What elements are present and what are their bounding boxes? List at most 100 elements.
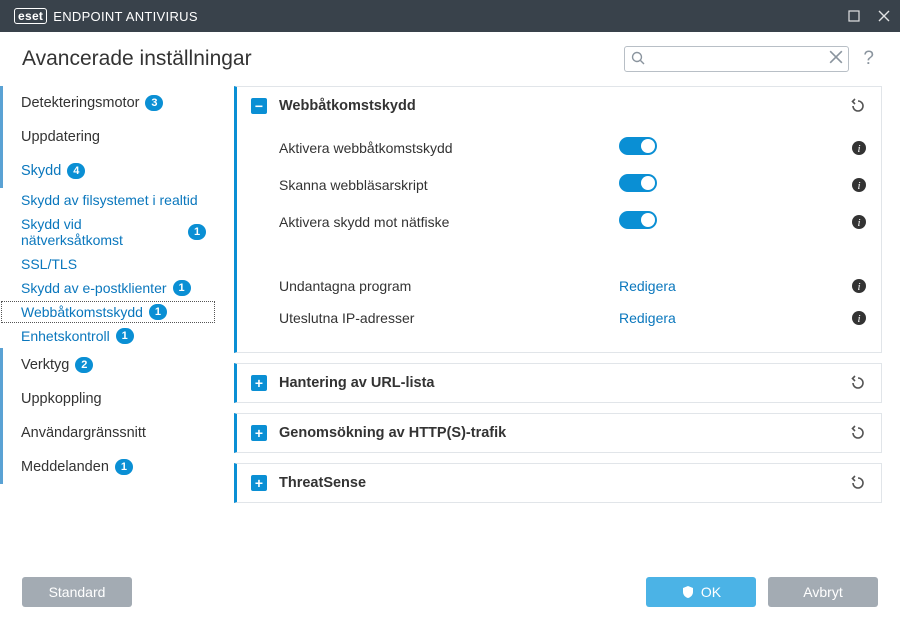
sidebar: Detekteringsmotor 3 Uppdatering Skydd 4 … [0, 82, 216, 598]
content: − Webbåtkomstskydd Aktivera webbåtkomsts… [216, 82, 900, 598]
sidebar-item-label: Skydd av e-postklienter [21, 280, 167, 296]
sidebar-item-detekteringsmotor[interactable]: Detekteringsmotor 3 [0, 86, 216, 120]
window-controls [848, 10, 890, 22]
badge: 1 [115, 459, 133, 475]
brand: eset ENDPOINT ANTIVIRUS [14, 8, 198, 24]
product-name: ENDPOINT ANTIVIRUS [53, 9, 198, 24]
badge: 1 [173, 280, 191, 296]
sidebar-item-label: Skydd av filsystemet i realtid [21, 192, 198, 208]
sidebar-sub-natverk[interactable]: Skydd vid nätverksåtkomst 1 [0, 212, 216, 252]
collapse-icon: − [251, 98, 267, 114]
sidebar-sub-skydd-filsystem[interactable]: Skydd av filsystemet i realtid [0, 188, 216, 212]
sidebar-item-label: Meddelanden [21, 459, 109, 475]
sidebar-sub-ssltls[interactable]: SSL/TLS [0, 252, 216, 276]
expand-icon: + [251, 425, 267, 441]
info-icon[interactable]: i [851, 177, 867, 193]
panel-head[interactable]: − Webbåtkomstskydd [237, 87, 881, 125]
panel-https-trafik: + Genomsökning av HTTP(S)-trafik [234, 413, 882, 453]
badge: 4 [67, 163, 85, 179]
page-title: Avancerade inställningar [22, 47, 252, 71]
svg-text:i: i [857, 313, 860, 325]
sidebar-sub-webbatkomst[interactable]: Webbåtkomstskydd 1 [0, 300, 216, 324]
undo-icon[interactable] [849, 374, 867, 392]
button-label: Standard [49, 584, 106, 600]
titlebar: eset ENDPOINT ANTIVIRUS [0, 0, 900, 32]
badge: 2 [75, 357, 93, 373]
button-label: Avbryt [803, 584, 842, 600]
toggle-natfiske[interactable] [619, 211, 657, 229]
badge: 1 [188, 224, 206, 240]
row-skanna-skript: Skanna webbläsarskript i [279, 166, 867, 203]
row-label: Skanna webbläsarskript [279, 177, 619, 193]
sidebar-item-label: Enhetskontroll [21, 328, 110, 344]
info-icon[interactable]: i [851, 278, 867, 294]
window-maximize-icon[interactable] [848, 10, 860, 22]
toggle-skanna-skript[interactable] [619, 174, 657, 192]
undo-icon[interactable] [849, 474, 867, 492]
panel-title: Genomsökning av HTTP(S)-trafik [279, 425, 506, 441]
shield-icon [681, 585, 695, 599]
panel-title: Webbåtkomstskydd [279, 98, 416, 114]
row-label: Aktivera skydd mot nätfiske [279, 214, 619, 230]
help-button[interactable]: ? [859, 48, 878, 70]
footer: Standard OK Avbryt [0, 564, 900, 620]
panel-threatsense: + ThreatSense [234, 463, 882, 503]
cancel-button[interactable]: Avbryt [768, 577, 878, 607]
row-label: Uteslutna IP-adresser [279, 310, 619, 326]
svg-text:i: i [857, 281, 860, 293]
brand-logo: eset [14, 8, 47, 24]
edit-uteslutna-ip[interactable]: Redigera [619, 310, 676, 326]
undo-icon[interactable] [849, 424, 867, 442]
toggle-aktivera-webbatkomst[interactable] [619, 137, 657, 155]
edit-undantagna-program[interactable]: Redigera [619, 278, 676, 294]
search-wrap [624, 46, 849, 72]
default-button[interactable]: Standard [22, 577, 132, 607]
badge: 1 [149, 304, 167, 320]
sidebar-item-label: Webbåtkomstskydd [21, 304, 143, 320]
sidebar-sub-epost[interactable]: Skydd av e-postklienter 1 [0, 276, 216, 300]
badge: 1 [116, 328, 134, 344]
panel-title: ThreatSense [279, 475, 366, 491]
panel-title: Hantering av URL-lista [279, 375, 435, 391]
row-uteslutna-ip: Uteslutna IP-adresser Redigera i [279, 302, 867, 334]
sidebar-item-label: Uppkoppling [21, 391, 102, 407]
sidebar-item-label: Verktyg [21, 357, 69, 373]
window-close-icon[interactable] [878, 10, 890, 22]
badge: 3 [145, 95, 163, 111]
sidebar-item-label: Detekteringsmotor [21, 95, 139, 111]
button-label: OK [701, 584, 721, 600]
panel-head[interactable]: + Genomsökning av HTTP(S)-trafik [237, 414, 881, 452]
sidebar-item-grans[interactable]: Användargränssnitt [0, 416, 216, 450]
sidebar-item-label: SSL/TLS [21, 256, 77, 272]
sidebar-item-label: Skydd vid nätverksåtkomst [21, 216, 182, 248]
body: Detekteringsmotor 3 Uppdatering Skydd 4 … [0, 82, 900, 598]
ok-button[interactable]: OK [646, 577, 756, 607]
sidebar-item-meddelanden[interactable]: Meddelanden 1 [0, 450, 216, 484]
row-natfiske: Aktivera skydd mot nätfiske i [279, 203, 867, 240]
undo-icon[interactable] [849, 97, 867, 115]
info-icon[interactable]: i [851, 140, 867, 156]
svg-text:i: i [857, 217, 860, 229]
search-input[interactable] [624, 46, 849, 72]
panel-head[interactable]: + Hantering av URL-lista [237, 364, 881, 402]
expand-icon: + [251, 375, 267, 391]
sidebar-item-uppdatering[interactable]: Uppdatering [0, 120, 216, 154]
sidebar-item-uppkoppling[interactable]: Uppkoppling [0, 382, 216, 416]
row-undantagna-program: Undantagna program Redigera i [279, 270, 867, 302]
expand-icon: + [251, 475, 267, 491]
sidebar-item-skydd[interactable]: Skydd 4 [0, 154, 216, 188]
info-icon[interactable]: i [851, 310, 867, 326]
row-label: Undantagna program [279, 278, 619, 294]
panel-body: Aktivera webbåtkomstskydd i Skanna webbl… [237, 125, 881, 352]
search-icon [630, 50, 646, 66]
clear-search-icon[interactable] [829, 50, 843, 64]
sidebar-item-label: Användargränssnitt [21, 425, 146, 441]
row-aktivera-webbatkomst: Aktivera webbåtkomstskydd i [279, 129, 867, 166]
svg-text:i: i [857, 143, 860, 155]
sidebar-item-label: Skydd [21, 163, 61, 179]
panel-head[interactable]: + ThreatSense [237, 464, 881, 502]
info-icon[interactable]: i [851, 214, 867, 230]
svg-text:i: i [857, 180, 860, 192]
sidebar-item-verktyg[interactable]: Verktyg 2 [0, 348, 216, 382]
sidebar-sub-enhetskontroll[interactable]: Enhetskontroll 1 [0, 324, 216, 348]
